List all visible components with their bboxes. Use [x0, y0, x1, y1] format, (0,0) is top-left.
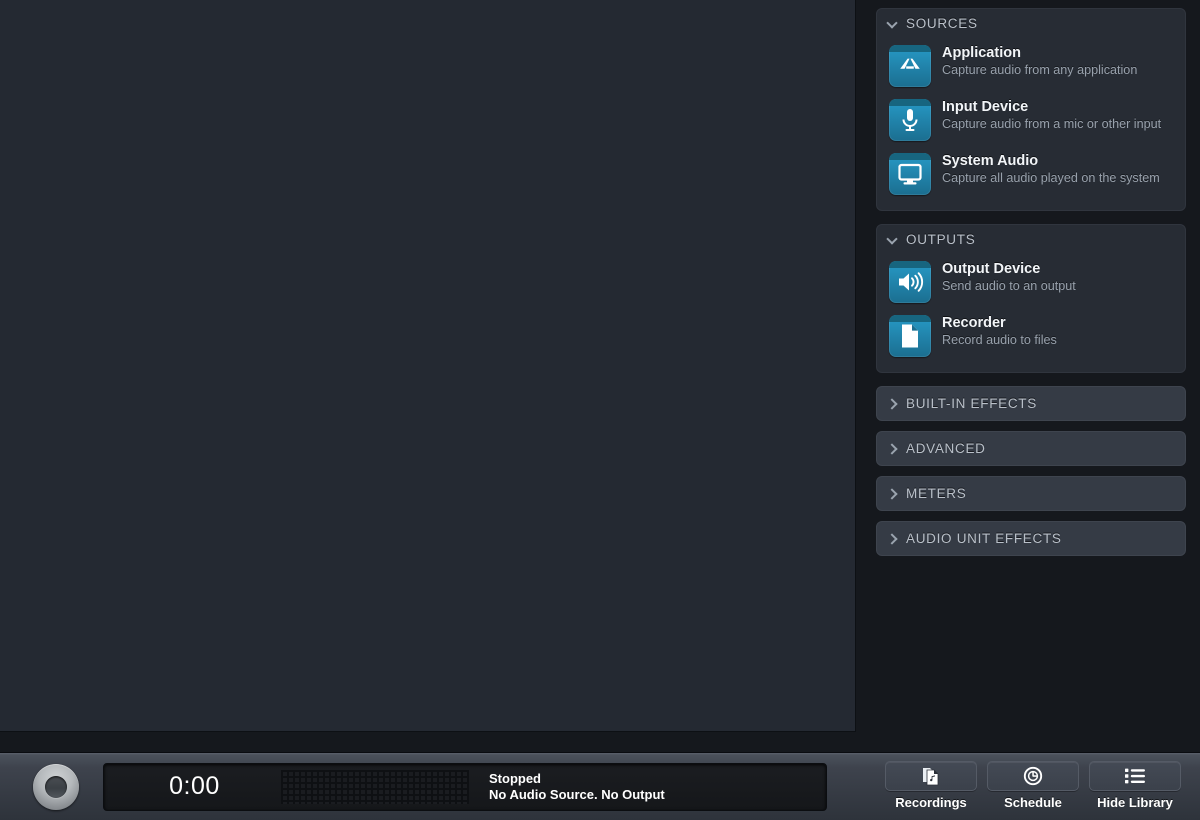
library-item-text: Output Device Send audio to an output — [942, 259, 1076, 295]
library-panel: SOURCES Application Capture audio from an… — [857, 0, 1200, 732]
chevron-down-icon — [887, 18, 899, 30]
group-title: AUDIO UNIT EFFECTS — [906, 531, 1062, 546]
group-body-outputs: Output Device Send audio to an output Rec… — [877, 252, 1185, 372]
status-line-secondary: No Audio Source. No Output — [489, 786, 665, 802]
library-item-text: Recorder Record audio to files — [942, 313, 1057, 349]
chevron-right-icon — [887, 533, 899, 545]
toolbar-button-label: Recordings — [895, 795, 967, 810]
clock-icon — [987, 761, 1079, 791]
group-header-built-in-effects[interactable]: BUILT-IN EFFECTS — [877, 387, 1185, 420]
group-title: OUTPUTS — [906, 232, 976, 247]
monitor-icon — [889, 153, 931, 195]
status-line-primary: Stopped — [489, 770, 541, 786]
record-button-inner — [45, 775, 67, 798]
chevron-right-icon — [887, 398, 899, 410]
library-group-audio-unit-effects: AUDIO UNIT EFFECTS — [876, 521, 1186, 556]
library-item[interactable]: System Audio Capture all audio played on … — [877, 146, 1185, 200]
group-title: SOURCES — [906, 16, 978, 31]
clock-icon — [1023, 766, 1043, 786]
group-title: BUILT-IN EFFECTS — [906, 396, 1037, 411]
library-item[interactable]: Recorder Record audio to files — [877, 308, 1185, 362]
chevron-right-icon — [887, 443, 899, 455]
application-icon — [889, 45, 931, 87]
toolbar-button-schedule[interactable]: Schedule — [984, 761, 1082, 810]
library-item-description: Capture audio from a mic or other input — [942, 117, 1162, 131]
group-body-sources: Application Capture audio from any applic… — [877, 36, 1185, 210]
group-header-meters[interactable]: METERS — [877, 477, 1185, 510]
library-item-title: Application — [942, 45, 1021, 61]
library-item-text: Input Device Capture audio from a mic or … — [942, 97, 1161, 133]
document-icon — [902, 324, 918, 348]
speaker-icon — [898, 272, 923, 292]
library-item[interactable]: Application Capture audio from any applic… — [877, 38, 1185, 92]
speaker-icon — [889, 261, 931, 303]
recordings-icon — [885, 761, 977, 791]
library-item-title: Input Device — [942, 99, 1029, 115]
elapsed-time: 0:00 — [169, 772, 220, 800]
document-icon — [889, 315, 931, 357]
library-group-built-in-effects: BUILT-IN EFFECTS — [876, 386, 1186, 421]
list-icon — [1125, 768, 1145, 784]
toolbar-button-label: Hide Library — [1097, 795, 1173, 810]
toolbar-button-label: Schedule — [1004, 795, 1062, 810]
audio-routing-canvas[interactable] — [0, 0, 856, 732]
bottom-toolbar: 0:00 Stopped No Audio Source. No Output … — [0, 752, 1200, 820]
library-item-description: Record audio to files — [942, 333, 1057, 347]
library-group-advanced: ADVANCED — [876, 431, 1186, 466]
library-item-description: Send audio to an output — [942, 279, 1076, 293]
lcd-display[interactable]: 0:00 Stopped No Audio Source. No Output — [103, 762, 827, 811]
level-meter — [281, 769, 469, 804]
library-item-text: System Audio Capture all audio played on … — [942, 151, 1160, 187]
group-header-audio-unit-effects[interactable]: AUDIO UNIT EFFECTS — [877, 522, 1185, 555]
status-block: Stopped No Audio Source. No Output — [489, 771, 665, 803]
group-title: ADVANCED — [906, 441, 986, 456]
library-item[interactable]: Output Device Send audio to an output — [877, 254, 1185, 308]
library-item[interactable]: Input Device Capture audio from a mic or … — [877, 92, 1185, 146]
group-header-sources[interactable]: SOURCES — [877, 9, 1185, 36]
library-group-meters: METERS — [876, 476, 1186, 511]
chevron-right-icon — [887, 488, 899, 500]
toolbar-button-recordings[interactable]: Recordings — [882, 761, 980, 810]
microphone-icon — [902, 109, 918, 131]
application-icon — [900, 58, 920, 69]
toolbar-button-hide-library[interactable]: Hide Library — [1086, 761, 1184, 810]
record-button[interactable] — [33, 763, 79, 810]
monitor-icon — [898, 163, 922, 185]
group-header-advanced[interactable]: ADVANCED — [877, 432, 1185, 465]
recordings-icon — [923, 768, 939, 786]
library-item-description: Capture all audio played on the system — [942, 171, 1160, 185]
group-header-outputs[interactable]: OUTPUTS — [877, 225, 1185, 252]
library-group-sources: SOURCES Application Capture audio from an… — [876, 8, 1186, 211]
library-item-description: Capture audio from any application — [942, 63, 1138, 77]
microphone-icon — [889, 99, 931, 141]
chevron-down-icon — [887, 234, 899, 246]
list-icon — [1089, 761, 1181, 791]
app-window: SOURCES Application Capture audio from an… — [0, 0, 1200, 820]
group-title: METERS — [906, 486, 967, 501]
toolbar-buttons: Recordings Schedule Hide Library — [882, 761, 1184, 812]
library-item-title: Output Device — [942, 261, 1041, 277]
library-item-title: Recorder — [942, 315, 1006, 331]
library-group-outputs: OUTPUTS Output Device Send audio to an ou… — [876, 224, 1186, 373]
library-item-text: Application Capture audio from any applic… — [942, 43, 1137, 79]
library-item-title: System Audio — [942, 153, 1039, 169]
